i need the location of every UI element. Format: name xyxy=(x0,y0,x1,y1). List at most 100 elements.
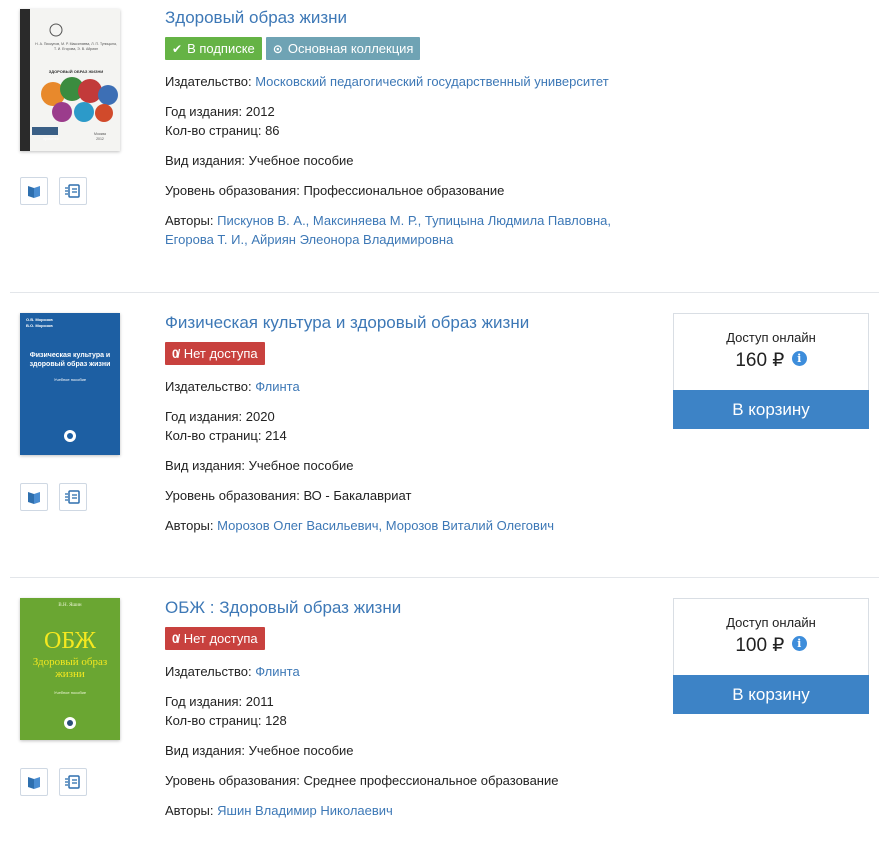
cover-kind: Учебное пособие xyxy=(53,690,87,695)
pages-value: 214 xyxy=(265,428,287,443)
publisher-row: Издательство: Московский педагогический … xyxy=(165,72,655,91)
pages-label: Кол-во страниц: xyxy=(165,428,262,443)
book-read-icon xyxy=(28,186,40,198)
cover-title: Физическая культура и здоровый образ жиз… xyxy=(29,352,111,368)
publisher-label: Издательство: xyxy=(165,379,252,394)
cover-publisher-logo xyxy=(64,430,76,442)
authors-label: Авторы: xyxy=(165,213,214,228)
no-access-badge: 0̸ Нет доступа xyxy=(165,627,265,650)
cover-author: В.Н. Яшин xyxy=(58,603,82,608)
no-access-badge: 0̸ Нет доступа xyxy=(165,342,265,365)
pages-label: Кол-во страниц: xyxy=(165,713,262,728)
publisher-link[interactable]: Московский педагогический государственны… xyxy=(255,74,608,89)
no-access-badge-label: Нет доступа xyxy=(183,631,258,646)
author-link[interactable]: Морозов Олег Васильевич, xyxy=(217,518,382,533)
read-button[interactable] xyxy=(20,177,48,205)
book-title-link[interactable]: Физическая культура и здоровый образ жиз… xyxy=(165,313,655,333)
bibliography-icon xyxy=(65,184,80,198)
publisher-link[interactable]: Флинта xyxy=(255,664,300,679)
author-link[interactable]: Максиняева М. Р., xyxy=(313,213,421,228)
bibliography-button[interactable] xyxy=(59,483,87,511)
publisher-row: Издательство: Флинта xyxy=(165,377,655,396)
book-cover[interactable]: Н. А. Пискунов, М. Р. Максиняева, Л. П. … xyxy=(20,9,120,151)
add-to-cart-button[interactable]: В корзину xyxy=(673,390,869,429)
year-row: Год издания: 2012 xyxy=(165,102,655,121)
check-icon: ✔ xyxy=(172,41,183,56)
author-link[interactable]: Яшин Владимир Николаевич xyxy=(217,803,393,818)
authors-row: Авторы: Морозов Олег Васильевич, Морозов… xyxy=(165,516,655,535)
author-link[interactable]: Морозов Виталий Олегович xyxy=(386,518,554,533)
price-box: Доступ онлайн 160 ₽ i В корзину xyxy=(673,313,869,429)
bibliography-icon xyxy=(65,775,80,789)
authors-label: Авторы: xyxy=(165,803,214,818)
cover-subtitle: Учебное пособие xyxy=(53,377,87,382)
cover-city-year: Москва 2012 xyxy=(90,132,110,142)
read-button[interactable] xyxy=(20,768,48,796)
cover-title: ОБЖ xyxy=(43,628,97,654)
book-cover[interactable]: О.В. Морозов В.О. Морозов Физическая кул… xyxy=(20,313,120,455)
authors-row: Авторы: Яшин Владимир Николаевич xyxy=(165,801,655,820)
author-link[interactable]: Пискунов В. А., xyxy=(217,213,309,228)
publisher-link[interactable]: Флинта xyxy=(255,379,300,394)
cover-authors: Н. А. Пискунов, М. Р. Максиняева, Л. П. … xyxy=(35,42,117,51)
collection-badge: ⊙ Основная коллекция xyxy=(265,37,421,60)
read-button[interactable] xyxy=(20,483,48,511)
book-info: Здоровый образ жизни ✔ В подписке ⊙ Осно… xyxy=(165,8,655,249)
cover-author: В.О. Морозов xyxy=(26,323,53,328)
year-value: 2012 xyxy=(245,104,275,119)
authors-row-continued: Егорова Т. И., Айриян Элеонора Владимиро… xyxy=(165,230,655,249)
publisher-label: Издательство: xyxy=(165,664,252,679)
bibliography-button[interactable] xyxy=(59,768,87,796)
author-link[interactable]: Егорова Т. И., xyxy=(165,232,248,247)
no-access-icon: 0̸ xyxy=(172,346,179,361)
level-label: Уровень образования: xyxy=(165,773,300,788)
info-icon[interactable]: i xyxy=(791,636,807,651)
badges: 0̸ Нет доступа xyxy=(165,627,655,650)
book-title-link[interactable]: Здоровый образ жизни xyxy=(165,8,655,28)
cover-year: 2012 xyxy=(96,137,104,141)
collection-icon: ⊙ xyxy=(272,41,283,56)
cover-author: О.В. Морозов xyxy=(26,317,53,322)
year-label: Год издания: xyxy=(165,409,243,424)
year-value: 2011 xyxy=(245,694,274,709)
no-access-icon: 0̸ xyxy=(172,631,179,646)
book-item: О.В. Морозов В.О. Морозов Физическая кул… xyxy=(0,292,889,577)
year-label: Год издания: xyxy=(165,694,243,709)
add-to-cart-button[interactable]: В корзину xyxy=(673,675,869,714)
info-icon[interactable]: i xyxy=(791,351,807,366)
book-title-link[interactable]: ОБЖ : Здоровый образ жизни xyxy=(165,598,655,618)
type-row: Вид издания: Учебное пособие xyxy=(165,741,655,760)
author-link[interactable]: Айриян Элеонора Владимировна xyxy=(251,232,453,247)
authors-row: Авторы: Пискунов В. А., Максиняева М. Р.… xyxy=(165,211,655,230)
level-label: Уровень образования: xyxy=(165,183,300,198)
pages-row: Кол-во страниц: 214 xyxy=(165,426,655,445)
collection-badge-label: Основная коллекция xyxy=(287,41,414,56)
type-label: Вид издания: xyxy=(165,153,245,168)
publisher-label: Издательство: xyxy=(165,74,252,89)
bibliography-button[interactable] xyxy=(59,177,87,205)
book-read-icon xyxy=(28,492,40,504)
no-access-badge-label: Нет доступа xyxy=(183,346,258,361)
pages-value: 128 xyxy=(265,713,287,728)
book-info: ОБЖ : Здоровый образ жизни 0̸ Нет доступ… xyxy=(165,598,655,820)
year-label: Год издания: xyxy=(165,104,243,119)
badges: ✔ В подписке ⊙ Основная коллекция xyxy=(165,37,655,60)
cover-publisher: прометей xyxy=(43,137,59,141)
cover-publisher-logo xyxy=(64,717,76,729)
type-row: Вид издания: Учебное пособие xyxy=(165,151,655,170)
bibliography-icon xyxy=(65,490,80,504)
pages-label: Кол-во страниц: xyxy=(165,123,262,138)
year-value: 2020 xyxy=(245,409,275,424)
book-info: Физическая культура и здоровый образ жиз… xyxy=(165,313,655,535)
subscription-badge: ✔ В подписке xyxy=(165,37,262,60)
author-link[interactable]: Тупицына Людмила Павловна, xyxy=(425,213,611,228)
cover-subtitle: Здоровый образ жизни xyxy=(32,656,108,680)
type-value: Учебное пособие xyxy=(248,458,354,473)
publisher-row: Издательство: Флинта xyxy=(165,662,655,681)
price-value: 160 ₽ xyxy=(735,350,785,371)
book-cover[interactable]: В.Н. Яшин ОБЖ Здоровый образ жизни Учебн… xyxy=(20,598,120,740)
level-row: Уровень образования: Профессиональное об… xyxy=(165,181,655,200)
access-label: Доступ онлайн xyxy=(726,615,816,630)
badges: 0̸ Нет доступа xyxy=(165,342,655,365)
level-value: Среднее профессиональное образование xyxy=(303,773,559,788)
